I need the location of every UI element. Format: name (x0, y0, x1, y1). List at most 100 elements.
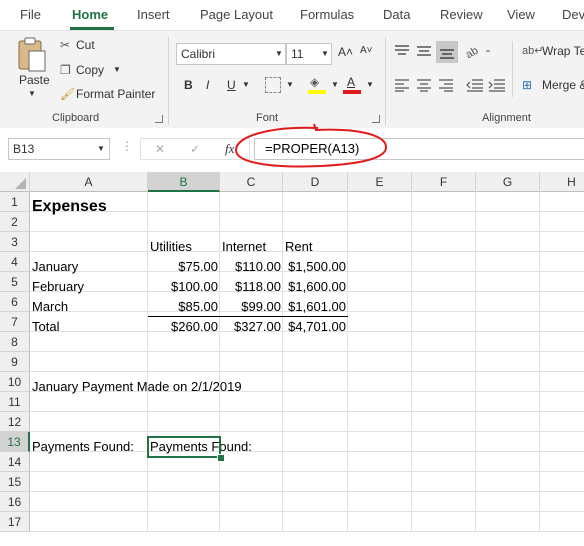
grid-cell[interactable] (348, 412, 412, 432)
grid-cell[interactable] (540, 312, 584, 332)
grid-cell[interactable] (476, 212, 540, 232)
grid-cell[interactable] (283, 392, 348, 412)
grid-cell[interactable] (476, 332, 540, 352)
grid-cell[interactable] (476, 272, 540, 292)
grid-cell[interactable] (148, 192, 220, 212)
grid-cell[interactable] (283, 492, 348, 512)
grid-cell[interactable] (283, 352, 348, 372)
grid-cell[interactable] (220, 492, 283, 512)
grid-cell[interactable] (283, 192, 348, 212)
grid-cell[interactable] (220, 472, 283, 492)
grid-cell[interactable] (412, 492, 476, 512)
increase-font-button[interactable]: A˄ (338, 45, 353, 59)
column-header-f[interactable]: F (412, 172, 476, 192)
grid-cell[interactable] (412, 332, 476, 352)
row-header-3[interactable]: 3 (0, 232, 30, 252)
column-header-b[interactable]: B (148, 172, 220, 192)
cell-a6[interactable]: March (30, 297, 70, 317)
grid-cell[interactable] (220, 512, 283, 532)
tab-insert[interactable]: Insert (137, 7, 170, 22)
row-header-13[interactable]: 13 (0, 432, 30, 452)
tab-review[interactable]: Review (440, 7, 483, 22)
grid-cell[interactable] (348, 312, 412, 332)
row-header-5[interactable]: 5 (0, 272, 30, 292)
column-header-a[interactable]: A (30, 172, 148, 192)
grid-cell[interactable] (540, 332, 584, 352)
grid-cell[interactable] (283, 432, 348, 452)
row-header-4[interactable]: 4 (0, 252, 30, 272)
grid-cell[interactable] (540, 252, 584, 272)
merge-center-button[interactable]: ⊞ Merge & (522, 78, 584, 96)
row-header-11[interactable]: 11 (0, 392, 30, 412)
grid-cell[interactable] (412, 232, 476, 252)
cell-c5[interactable]: $118.00 (220, 277, 283, 297)
grid-cell[interactable] (148, 412, 220, 432)
grid-cell[interactable] (540, 452, 584, 472)
grid-cell[interactable] (220, 192, 283, 212)
grid-cell[interactable] (540, 372, 584, 392)
align-left-icon[interactable] (394, 78, 410, 95)
grid-cell[interactable] (348, 212, 412, 232)
grid-cell[interactable] (412, 392, 476, 412)
cell-d4[interactable]: $1,500.00 (283, 257, 348, 277)
grid-cell[interactable] (283, 452, 348, 472)
grid-cell[interactable] (540, 352, 584, 372)
grid-cell[interactable] (540, 192, 584, 212)
row-header-9[interactable]: 9 (0, 352, 30, 372)
decrease-indent-icon[interactable] (466, 78, 484, 95)
cell-c3[interactable]: Internet (220, 237, 268, 257)
row-header-14[interactable]: 14 (0, 452, 30, 472)
orientation-icon[interactable]: ab (464, 43, 494, 62)
cell-b3[interactable]: Utilities (148, 237, 194, 257)
grid-cell[interactable] (412, 352, 476, 372)
row-header-1[interactable]: 1 (0, 192, 30, 212)
grid-cell[interactable] (540, 392, 584, 412)
grid-cell[interactable] (220, 212, 283, 232)
grid-cell[interactable] (476, 452, 540, 472)
grid-cell[interactable] (220, 352, 283, 372)
grid-cell[interactable] (476, 512, 540, 532)
grid-cell[interactable] (348, 472, 412, 492)
cell-d6[interactable]: $1,601.00 (283, 297, 348, 317)
grid-cell[interactable] (476, 312, 540, 332)
grid-cell[interactable] (476, 412, 540, 432)
row-header-7[interactable]: 7 (0, 312, 30, 332)
cell-b4[interactable]: $75.00 (148, 257, 220, 277)
grid-cell[interactable] (148, 492, 220, 512)
grid-cell[interactable] (348, 372, 412, 392)
tab-data[interactable]: Data (383, 7, 410, 22)
fill-color-button[interactable]: ◈ (308, 75, 328, 95)
grid-cell[interactable] (540, 492, 584, 512)
grid-cell[interactable] (348, 512, 412, 532)
cell-b5[interactable]: $100.00 (148, 277, 220, 297)
grid-cell[interactable] (412, 512, 476, 532)
underline-button[interactable]: U (227, 78, 236, 92)
grid-cell[interactable] (30, 232, 148, 252)
grid-cell[interactable] (540, 272, 584, 292)
cell-d7[interactable]: $4,701.00 (283, 317, 348, 337)
grid-cell[interactable] (476, 472, 540, 492)
grid-cell[interactable] (283, 472, 348, 492)
grid-cell[interactable] (540, 232, 584, 252)
grid-cell[interactable] (412, 292, 476, 312)
cell-d3[interactable]: Rent (283, 237, 314, 257)
grid-cell[interactable] (540, 472, 584, 492)
grid-cell[interactable] (348, 252, 412, 272)
cell-a5[interactable]: February (30, 277, 86, 297)
cell-a10[interactable]: January Payment Made on 2/1/2019 (30, 377, 244, 397)
cell-d5[interactable]: $1,600.00 (283, 277, 348, 297)
row-header-15[interactable]: 15 (0, 472, 30, 492)
grid-cell[interactable] (348, 432, 412, 452)
grid-cell[interactable] (30, 412, 148, 432)
row-header-2[interactable]: 2 (0, 212, 30, 232)
italic-button[interactable]: I (206, 78, 209, 92)
grid-cell[interactable] (540, 212, 584, 232)
tab-page-layout[interactable]: Page Layout (200, 7, 273, 22)
grid-cell[interactable] (540, 412, 584, 432)
grid-cell[interactable] (412, 452, 476, 472)
tab-home[interactable]: Home (72, 7, 108, 22)
align-center-icon[interactable] (416, 78, 432, 95)
bottom-align-button[interactable] (436, 41, 458, 63)
cell-c7[interactable]: $327.00 (220, 317, 283, 337)
font-size-select[interactable]: 11 ▼ (286, 43, 332, 65)
